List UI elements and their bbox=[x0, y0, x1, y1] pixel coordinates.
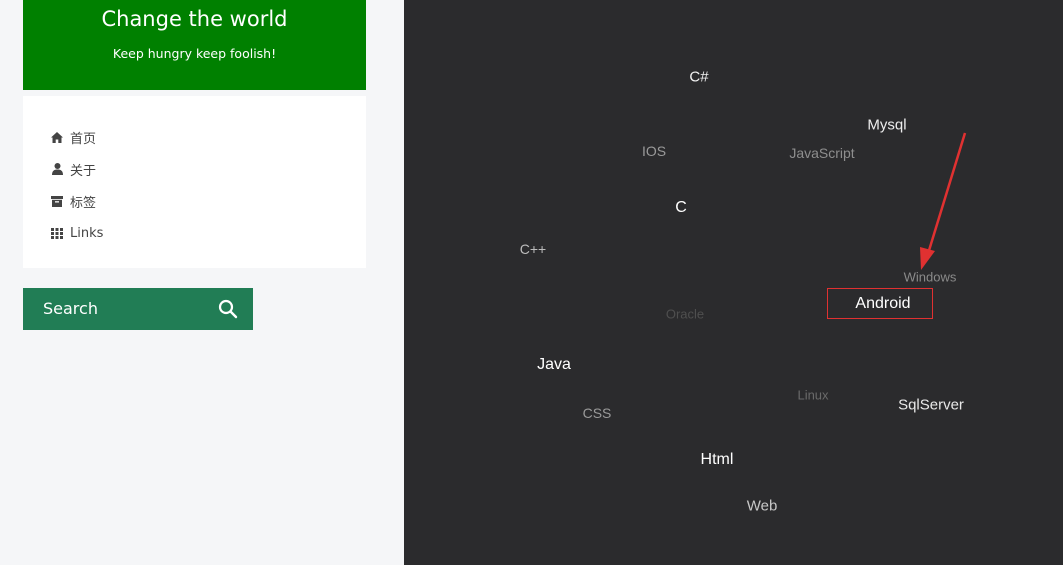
tag-mysql[interactable]: Mysql bbox=[867, 117, 906, 134]
nav-item-label: Links bbox=[70, 225, 104, 241]
user-icon bbox=[51, 163, 63, 175]
search-label: Search bbox=[43, 299, 98, 318]
sidebar: Change the world Keep hungry keep foolis… bbox=[0, 0, 404, 565]
nav-item-home[interactable]: 首页 bbox=[51, 126, 96, 148]
tag-linux[interactable]: Linux bbox=[797, 388, 828, 403]
nav-item-links[interactable]: Links bbox=[51, 222, 103, 244]
tag-c[interactable]: C bbox=[675, 199, 687, 217]
highlight-box bbox=[827, 288, 933, 319]
tag-csharp[interactable]: C# bbox=[689, 69, 708, 86]
grid-icon bbox=[51, 227, 63, 239]
tag-web[interactable]: Web bbox=[747, 498, 778, 515]
nav-item-label: 关于 bbox=[70, 163, 97, 179]
archive-icon bbox=[51, 195, 63, 207]
tag-cloud: C# Mysql IOS JavaScript C C++ Windows An… bbox=[404, 0, 1063, 565]
tag-sqlserver[interactable]: SqlServer bbox=[898, 397, 964, 414]
tag-css[interactable]: CSS bbox=[583, 405, 612, 421]
tag-javascript[interactable]: JavaScript bbox=[789, 145, 854, 161]
tag-cpp[interactable]: C++ bbox=[520, 241, 546, 257]
nav-item-tags[interactable]: 标签 bbox=[51, 190, 96, 212]
tag-java[interactable]: Java bbox=[537, 356, 571, 374]
site-title[interactable]: Change the world bbox=[23, 4, 366, 34]
nav-item-about[interactable]: 关于 bbox=[51, 158, 96, 180]
tag-ios[interactable]: IOS bbox=[642, 143, 666, 159]
site-header: Change the world Keep hungry keep foolis… bbox=[23, 0, 366, 90]
tag-oracle[interactable]: Oracle bbox=[666, 307, 704, 322]
annotation-arrow bbox=[920, 132, 967, 270]
home-icon bbox=[51, 131, 63, 143]
nav-item-label: 首页 bbox=[70, 131, 97, 147]
search-button[interactable]: Search bbox=[23, 288, 253, 330]
tag-html[interactable]: Html bbox=[701, 451, 734, 469]
nav-item-label: 标签 bbox=[70, 195, 97, 211]
site-subtitle: Keep hungry keep foolish! bbox=[112, 46, 277, 61]
nav-menu: 首页 关于 标签 Links bbox=[23, 96, 366, 268]
search-icon bbox=[218, 299, 238, 319]
